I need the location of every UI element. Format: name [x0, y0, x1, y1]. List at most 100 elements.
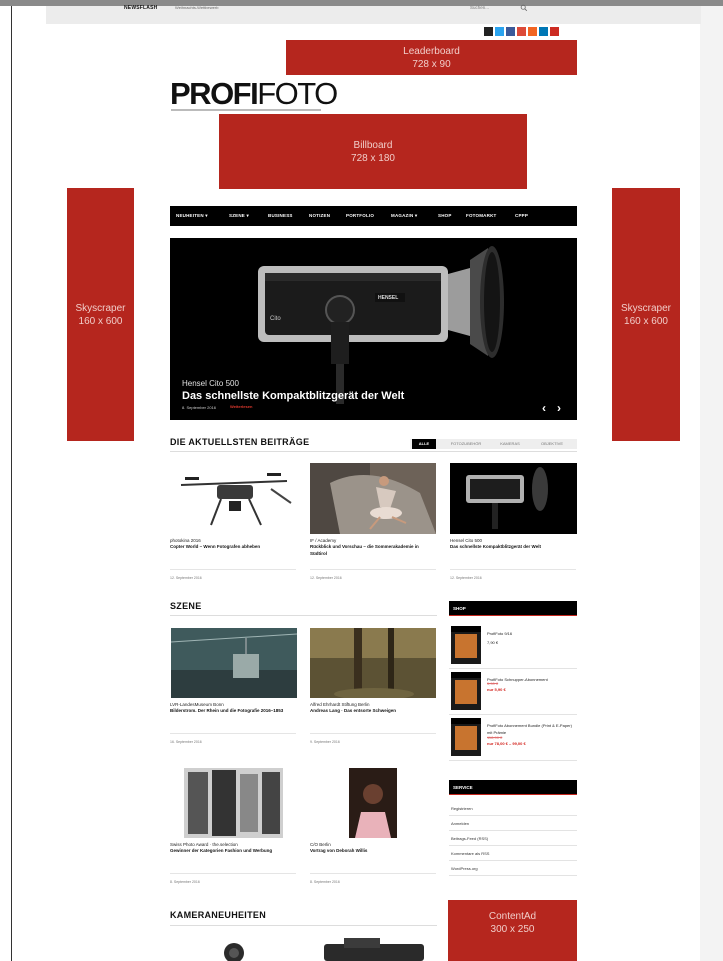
shop-item-name[interactable]: ProfiFoto Abonnement Bundle (Print & E-P…: [487, 722, 575, 736]
billboard-ad[interactable]: Billboard 728 x 180: [219, 114, 527, 189]
shop-item-cover[interactable]: [451, 672, 481, 710]
latest-card-category[interactable]: Hensel Cito 500: [450, 538, 482, 543]
camera-image-1[interactable]: [200, 935, 260, 961]
szene-card-title[interactable]: Andreas Lang · Das entsorte Schweigen: [310, 708, 436, 715]
latest-card-rule: [170, 569, 296, 570]
service-link-rule: [449, 875, 577, 876]
szene-section-divider: [170, 615, 437, 616]
service-link[interactable]: Kommentare als RSS: [451, 851, 489, 856]
service-link[interactable]: WordPress.org: [451, 866, 478, 871]
twitter-icon[interactable]: [495, 27, 504, 36]
service-link-rule: [449, 815, 577, 816]
nav-item-portfolio[interactable]: PORTFOLIO: [346, 213, 374, 218]
content-ad-size: 300 x 250: [490, 924, 535, 935]
latest-card-date: 12. September 2016: [450, 576, 482, 580]
latest-card-title[interactable]: Rückblick und Vorschau – die Sommerakade…: [310, 544, 436, 557]
card-image-flash[interactable]: [450, 463, 577, 534]
hero-read-more-link[interactable]: Weiterlesen: [230, 404, 252, 409]
latest-card-title[interactable]: Das schnellste Kompaktblitzgerät der Wel…: [450, 544, 576, 551]
content-ad[interactable]: ContentAd 300 x 250: [448, 900, 577, 961]
szene-card-category[interactable]: Swiss Photo Award · the.selection: [170, 842, 238, 847]
skyscraper-right-name: Skyscraper: [620, 302, 671, 314]
shop-item-cover[interactable]: [451, 718, 481, 756]
szene-section-title: SZENE: [170, 601, 202, 611]
szene-card-title[interactable]: Vortrag von Deborah Willis: [310, 848, 436, 855]
camera-image-2[interactable]: [318, 938, 430, 961]
tab-objektive[interactable]: OBJEKTIVE: [530, 439, 574, 449]
skyscraper-left-name: Skyscraper: [75, 302, 126, 314]
nav-item-neuheiten[interactable]: NEUHEITEN ▾: [176, 213, 208, 219]
service-link[interactable]: Beitrags-Feed (RSS): [451, 836, 488, 841]
latest-card-rule: [450, 569, 576, 570]
kameras-section-title: KAMERANEUHEITEN: [170, 910, 267, 920]
site-logo[interactable]: PROFIFOTO: [170, 76, 338, 111]
latest-card-category[interactable]: IF / Academy: [310, 538, 336, 543]
tab-alle[interactable]: ALLE: [412, 439, 436, 449]
hero-date: 8. September 2016: [182, 405, 217, 410]
rss-icon[interactable]: [528, 27, 537, 36]
nav-item-szene[interactable]: SZENE ▾: [229, 213, 249, 219]
szene-card-title[interactable]: Bilderstrom. Der Rhein und die Fotografi…: [170, 708, 296, 715]
skyscraper-right-size: 160 x 600: [624, 315, 668, 327]
billboard-ad-name: Billboard: [353, 139, 393, 151]
latest-section-title: DIE AKTUELLSTEN BEITRÄGE: [170, 437, 310, 447]
nav-item-fotomarkt[interactable]: FOTOMARKT: [466, 213, 496, 218]
shop-item-name[interactable]: ProfiFoto Schnupper-Abonnement: [487, 676, 575, 683]
szene-card-rule: [170, 873, 296, 874]
newsflash-link[interactable]: Weihnachts-Wettbewerb: [175, 5, 218, 10]
nav-item-shop[interactable]: SHOP: [438, 213, 452, 218]
search-icon[interactable]: [520, 4, 528, 12]
shop-item-new-price: nur 78,00 € – 99,00 €: [487, 741, 526, 746]
card-image-drone[interactable]: [171, 463, 297, 534]
hero-title[interactable]: Das schnellste Kompaktblitzgerät der Wel…: [182, 390, 404, 402]
szene-card-title[interactable]: Gewinner der Kategorien Fashion und Werb…: [170, 848, 296, 855]
shop-item-cover[interactable]: [451, 626, 481, 664]
logo-light-part: FOTO: [257, 76, 338, 111]
logo-bold-part: PROFI: [170, 76, 259, 111]
szene-card-rule: [310, 873, 436, 874]
skyscraper-ad-left[interactable]: Skyscraper 160 x 600: [67, 188, 134, 441]
nav-item-notizen[interactable]: NOTIZEN: [309, 213, 330, 218]
service-link[interactable]: Anmelden: [451, 821, 469, 826]
skyscraper-ad-right[interactable]: Skyscraper 160 x 600: [612, 188, 680, 441]
szene-card-rule: [310, 733, 436, 734]
google-plus-icon[interactable]: [517, 27, 526, 36]
hero-device-brand: HENSEL: [378, 295, 398, 301]
nav-item-magazin[interactable]: MAGAZIN ▾: [391, 213, 417, 219]
szene-image-cable-car[interactable]: [171, 628, 297, 698]
shop-item-name[interactable]: ProfiFoto 9/16: [487, 630, 575, 637]
szene-card-date: 8. September 2016: [310, 880, 340, 884]
szene-card-category[interactable]: C/O Berlin: [310, 842, 331, 847]
nav-item-business[interactable]: BUSINESS: [268, 213, 293, 218]
shop-item-old-price: 5,90 €: [487, 681, 499, 686]
hero-slider[interactable]: HENSEL Cito Hensel Cito 500 Das schnells…: [170, 238, 577, 420]
service-link-rule: [449, 845, 577, 846]
nav-item-cppp[interactable]: CPPP: [515, 213, 528, 218]
hero-next-arrow-icon[interactable]: ›: [557, 401, 561, 415]
facebook-icon[interactable]: [506, 27, 515, 36]
szene-image-portrait[interactable]: [349, 768, 397, 838]
search-input[interactable]: Suchen...: [470, 5, 489, 10]
shop-item-old-price: 118,90 €: [487, 735, 503, 740]
card-image-ballet[interactable]: [310, 463, 436, 534]
tab-kameras[interactable]: KAMERAS: [492, 439, 528, 449]
service-link[interactable]: Registrieren: [451, 806, 473, 811]
szene-card-date: 8. September 2016: [170, 880, 200, 884]
main-navigation: NEUHEITEN ▾ SZENE ▾ BUSINESS NOTIZEN PORTFOL…: [170, 206, 577, 226]
leaderboard-ad[interactable]: Leaderboard 728 x 90: [286, 40, 577, 75]
szene-image-photo-award[interactable]: [184, 768, 283, 838]
youtube-icon[interactable]: [550, 27, 559, 36]
latest-card-category[interactable]: photokina 2016: [170, 538, 201, 543]
shop-item-rule: [449, 668, 577, 669]
linkedin-icon[interactable]: [539, 27, 548, 36]
skyscraper-left-size: 160 x 600: [78, 315, 123, 327]
kameras-section-divider: [170, 925, 437, 926]
instagram-icon[interactable]: [484, 27, 493, 36]
szene-card-category[interactable]: Alfred Ehrhardt Stiftung Berlin: [310, 702, 370, 707]
tab-fotozubehör[interactable]: FOTOZUBEHÖR: [441, 439, 491, 449]
szene-card-category[interactable]: LVR-LandesMuseum Bonn: [170, 702, 224, 707]
latest-card-title[interactable]: Copter World – Wenn Fotografen abheben: [170, 544, 296, 551]
hero-device-model: Cito: [270, 316, 281, 322]
hero-prev-arrow-icon[interactable]: ‹: [542, 401, 546, 415]
szene-image-forest[interactable]: [310, 628, 436, 698]
